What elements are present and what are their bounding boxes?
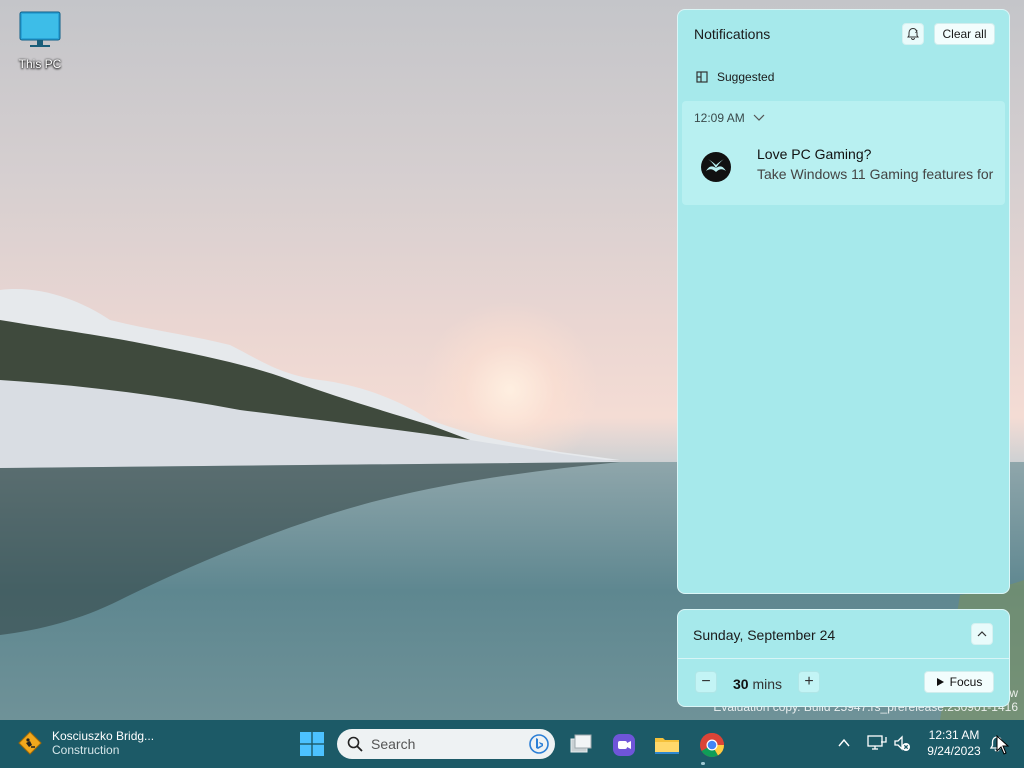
- chevron-down-icon[interactable]: [753, 114, 765, 122]
- start-button[interactable]: [300, 732, 324, 756]
- calendar-focus-panel: Sunday, September 24 − 30 mins + Focus: [677, 609, 1010, 707]
- calendar-date[interactable]: Sunday, September 24: [693, 627, 835, 643]
- notification-body: Take Windows 11 Gaming features for: [757, 166, 994, 182]
- desktop-icon-label: This PC: [18, 57, 62, 71]
- search-icon: [347, 736, 363, 752]
- svg-text:z: z: [915, 29, 918, 35]
- clock-time: 12:31 AM: [928, 728, 980, 742]
- taskbar-search-box[interactable]: Search: [337, 729, 555, 759]
- notification-card[interactable]: 12:09 AM Love PC Gaming? Take Windows 11…: [682, 101, 1005, 205]
- focus-button[interactable]: Focus: [924, 671, 994, 693]
- search-placeholder: Search: [371, 736, 416, 752]
- calendar-expand-button[interactable]: [971, 623, 993, 645]
- teams-chat-icon[interactable]: [611, 732, 637, 758]
- task-view-icon[interactable]: [568, 732, 594, 758]
- focus-unit: mins: [752, 676, 783, 692]
- suggested-label: Suggested: [717, 70, 775, 84]
- weather-subtitle: Construction: [52, 743, 120, 757]
- desktop-icon-this-pc[interactable]: This PC: [12, 10, 68, 71]
- bing-icon[interactable]: [529, 734, 549, 754]
- notification-time: 12:09 AM: [694, 111, 745, 125]
- chrome-icon[interactable]: [699, 732, 725, 758]
- xbox-icon: [701, 152, 731, 182]
- chrome-running-indicator: [701, 762, 705, 765]
- play-icon: [936, 678, 944, 686]
- clock-date: 9/24/2023: [927, 744, 981, 758]
- volume-muted-icon[interactable]: [893, 735, 911, 753]
- do-not-disturb-icon: z: [907, 27, 919, 41]
- file-explorer-icon[interactable]: [654, 732, 680, 758]
- computer-icon: [19, 11, 61, 47]
- notification-center: Notifications z Clear all Suggested 12:0…: [677, 9, 1010, 594]
- notification-time-row[interactable]: 12:09 AM: [694, 111, 765, 125]
- do-not-disturb-button[interactable]: z: [902, 23, 924, 45]
- focus-minutes: 30: [733, 676, 749, 692]
- focus-increase-button[interactable]: +: [798, 671, 820, 693]
- weather-widget[interactable]: Kosciuszko Bridg... Construction: [18, 729, 154, 757]
- chevron-up-icon: [977, 631, 987, 637]
- focus-button-label: Focus: [949, 675, 983, 689]
- notifications-title: Notifications: [694, 26, 771, 42]
- focus-decrease-button[interactable]: −: [695, 671, 717, 693]
- watermark-line-1: w: [1009, 686, 1018, 700]
- clear-all-button[interactable]: Clear all: [934, 23, 995, 45]
- taskbar: Kosciuszko Bridg... Construction Search: [0, 720, 1024, 768]
- notification-title: Love PC Gaming?: [757, 146, 872, 162]
- suggested-icon: [696, 71, 708, 83]
- mouse-cursor-icon: [996, 735, 1010, 755]
- suggested-section-header: Suggested: [695, 70, 774, 84]
- weather-title: Kosciuszko Bridg...: [52, 729, 155, 743]
- taskbar-clock[interactable]: 12:31 AM 9/24/2023: [918, 727, 990, 759]
- chevron-up-icon[interactable]: [838, 738, 850, 748]
- network-icon[interactable]: [867, 734, 887, 752]
- construction-warning-icon: [18, 731, 42, 755]
- divider: [678, 658, 1009, 659]
- focus-duration: 30 mins: [733, 676, 782, 692]
